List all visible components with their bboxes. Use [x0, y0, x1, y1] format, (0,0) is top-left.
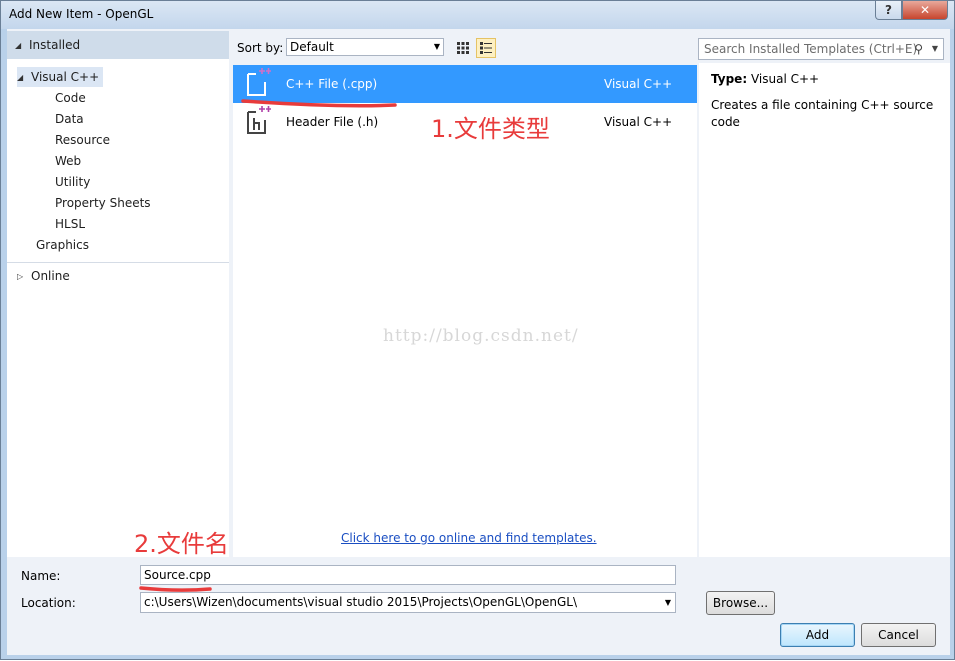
- add-new-item-dialog: Add New Item - OpenGL ? ✕ Sort by: Defau…: [0, 0, 955, 660]
- annotation-file-name: 2.文件名: [134, 530, 229, 558]
- annotation-file-type: 1.文件类型: [431, 115, 550, 143]
- name-underline: [139, 586, 212, 592]
- cpp-underline: [241, 99, 397, 108]
- annotation-underlines: [139, 99, 397, 592]
